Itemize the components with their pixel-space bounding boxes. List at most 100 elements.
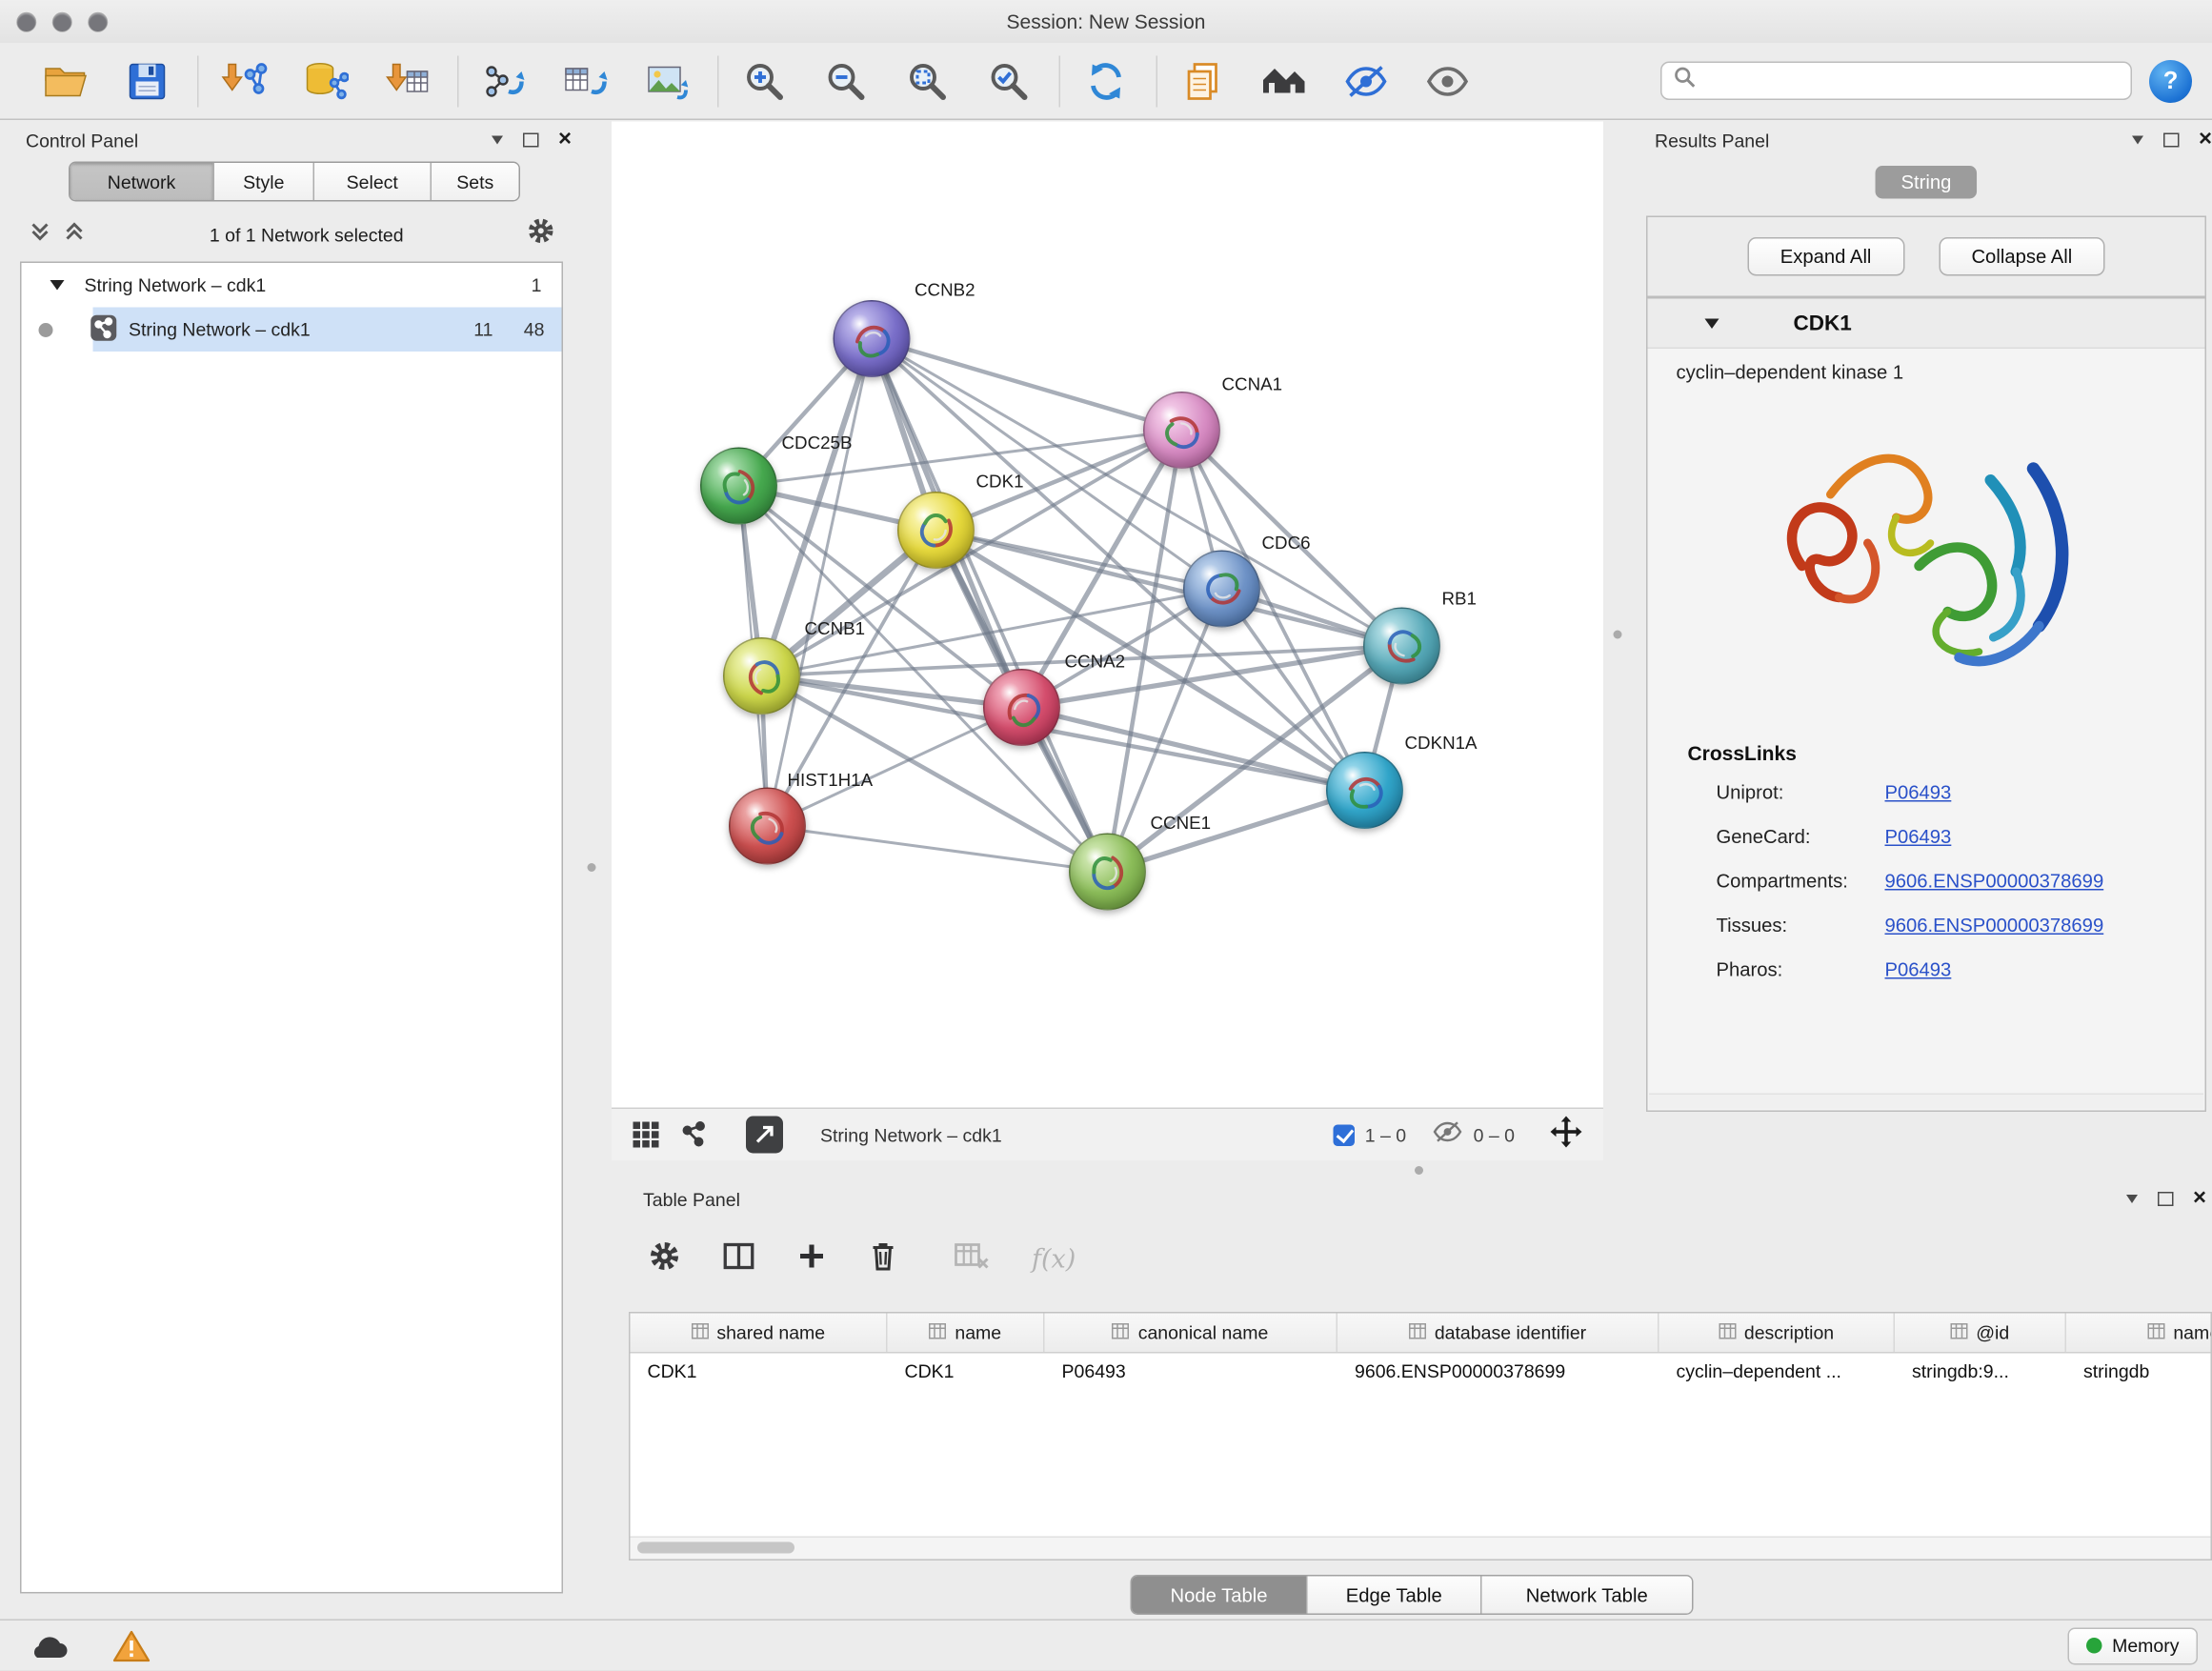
column-header-shared-name[interactable]: shared name xyxy=(631,1314,888,1353)
tab-style[interactable]: Style xyxy=(213,163,313,200)
network-collection-row[interactable]: String Network – cdk1 1 xyxy=(22,263,562,308)
pop-out-view-button[interactable] xyxy=(746,1117,783,1154)
network-edge-CCNB2-CCNE1[interactable] xyxy=(872,339,1108,873)
delete-column-trash-icon[interactable] xyxy=(869,1239,897,1278)
network-node-CCNA2[interactable] xyxy=(983,669,1060,746)
show-all-button[interactable] xyxy=(1419,50,1477,111)
help-button[interactable]: ? xyxy=(2149,59,2192,102)
home-view-button[interactable] xyxy=(1257,50,1314,111)
open-session-button[interactable] xyxy=(37,50,94,111)
network-node-CCNA1[interactable] xyxy=(1143,392,1220,469)
network-canvas[interactable]: CCNB2CCNA1CDC25BCDK1CDC6RB1CCNB1CCNA2CDK… xyxy=(612,122,1603,1108)
tab-select[interactable]: Select xyxy=(313,163,431,200)
network-node-CCNE1[interactable] xyxy=(1069,834,1146,911)
copy-document-button[interactable] xyxy=(1175,50,1232,111)
table-row[interactable]: CDK1CDK1P064939606.ENSP00000378699cyclin… xyxy=(631,1354,2211,1391)
cloud-icon[interactable] xyxy=(23,1626,74,1666)
panel-float-icon[interactable] xyxy=(522,133,538,148)
crosslink-link[interactable]: 9606.ENSP00000378699 xyxy=(1885,871,2104,893)
table-cell[interactable]: CDK1 xyxy=(888,1354,1045,1391)
search-input[interactable] xyxy=(1705,69,2120,93)
disclosure-triangle-icon[interactable] xyxy=(1705,318,1719,329)
tab-edge-table[interactable]: Edge Table xyxy=(1306,1577,1480,1614)
splitter-handle-right[interactable] xyxy=(1614,631,1622,639)
hide-selected-button[interactable] xyxy=(1337,50,1395,111)
network-node-CDC25B[interactable] xyxy=(700,448,777,525)
network-edge-CCNE1-HIST1H1A[interactable] xyxy=(768,826,1108,872)
column-header-description[interactable]: description xyxy=(1659,1314,1896,1353)
tab-sets[interactable]: Sets xyxy=(431,163,519,200)
table-cell[interactable]: 9606.ENSP00000378699 xyxy=(1337,1354,1659,1391)
column-header-namespace[interactable]: namespace xyxy=(2066,1314,2212,1353)
tab-node-table[interactable]: Node Table xyxy=(1132,1577,1306,1614)
collapse-all-button[interactable]: Collapse All xyxy=(1939,237,2105,276)
gear-icon[interactable] xyxy=(528,217,555,252)
results-hscrollbar[interactable] xyxy=(1649,1094,2203,1110)
network-node-CCNB1[interactable] xyxy=(723,637,800,715)
crosslink-link[interactable]: 9606.ENSP00000378699 xyxy=(1885,915,2104,936)
collapse-all-icon[interactable] xyxy=(29,219,51,250)
panel-menu-icon[interactable] xyxy=(2131,136,2142,145)
zoom-fit-button[interactable] xyxy=(899,50,956,111)
import-table-file-button[interactable] xyxy=(379,50,436,111)
network-node-CCNB2[interactable] xyxy=(834,300,911,377)
table-cell[interactable]: P06493 xyxy=(1045,1354,1338,1391)
warning-icon[interactable] xyxy=(106,1626,157,1666)
add-column-plus-icon[interactable] xyxy=(797,1241,826,1278)
column-header-canonical-name[interactable]: canonical name xyxy=(1045,1314,1338,1353)
crosslink-link[interactable]: P06493 xyxy=(1885,782,1952,804)
network-edge-CCNB2-HIST1H1A[interactable] xyxy=(768,339,873,827)
export-image-button[interactable] xyxy=(639,50,696,111)
network-overview-button[interactable] xyxy=(680,1120,709,1149)
table-settings-gear-icon[interactable] xyxy=(649,1239,680,1278)
tab-network[interactable]: Network xyxy=(70,163,213,200)
network-node-HIST1H1A[interactable] xyxy=(729,788,806,865)
network-node-CDKN1A[interactable] xyxy=(1326,752,1403,829)
network-row-selected[interactable]: String Network – cdk1 11 48 xyxy=(22,308,562,352)
column-header-name[interactable]: name xyxy=(888,1314,1045,1353)
crosslink-link[interactable]: P06493 xyxy=(1885,959,1952,981)
save-session-button[interactable] xyxy=(119,50,176,111)
import-network-database-button[interactable] xyxy=(297,50,354,111)
zoom-in-button[interactable] xyxy=(736,50,794,111)
hidden-eye-icon[interactable] xyxy=(1432,1119,1463,1150)
panel-close-icon[interactable]: × xyxy=(2193,1188,2206,1211)
table-cell[interactable]: cyclin–dependent ... xyxy=(1659,1354,1896,1391)
network-node-CDC6[interactable] xyxy=(1183,551,1260,628)
selected-counter-checkbox[interactable] xyxy=(1334,1124,1356,1146)
export-table-button[interactable] xyxy=(557,50,614,111)
pan-crosshair-button[interactable] xyxy=(1549,1114,1583,1156)
panel-float-icon[interactable] xyxy=(2157,1192,2173,1206)
splitter-handle-horizontal[interactable] xyxy=(1415,1166,1423,1175)
expand-all-button[interactable]: Expand All xyxy=(1747,237,1904,276)
column-header-database-identifier[interactable]: database identifier xyxy=(1337,1314,1659,1353)
refresh-view-button[interactable] xyxy=(1077,50,1135,111)
hscroll-thumb[interactable] xyxy=(637,1542,794,1554)
panel-menu-icon[interactable] xyxy=(2125,1195,2137,1203)
protein-section-header[interactable]: CDK1 xyxy=(1648,299,2205,350)
network-node-CDK1[interactable] xyxy=(897,492,975,569)
expand-all-icon[interactable] xyxy=(63,219,86,250)
panel-close-icon[interactable]: × xyxy=(558,129,572,151)
zoom-out-button[interactable] xyxy=(817,50,875,111)
panel-float-icon[interactable] xyxy=(2162,133,2179,148)
disclosure-triangle-icon[interactable] xyxy=(50,280,65,291)
crosslink-link[interactable]: P06493 xyxy=(1885,826,1952,848)
network-edge-CCNB2-CCNA1[interactable] xyxy=(872,339,1182,431)
table-cell[interactable]: CDK1 xyxy=(631,1354,888,1391)
table-hscrollbar[interactable] xyxy=(631,1537,2211,1560)
panel-menu-icon[interactable] xyxy=(491,136,502,145)
network-node-RB1[interactable] xyxy=(1363,608,1440,685)
panel-close-icon[interactable]: × xyxy=(2199,129,2212,151)
import-network-file-button[interactable] xyxy=(216,50,273,111)
splitter-handle-left[interactable] xyxy=(588,863,596,872)
results-tab-string[interactable]: String xyxy=(1876,166,1978,199)
export-network-button[interactable] xyxy=(476,50,533,111)
table-cell[interactable]: stringdb:9... xyxy=(1895,1354,2066,1391)
zoom-selected-button[interactable] xyxy=(980,50,1037,111)
table-cell[interactable]: stringdb xyxy=(2066,1354,2212,1391)
tab-network-table[interactable]: Network Table xyxy=(1480,1577,1692,1614)
grid-view-button[interactable] xyxy=(632,1120,660,1149)
memory-button[interactable]: Memory xyxy=(2068,1627,2198,1664)
column-header--id[interactable]: @id xyxy=(1895,1314,2066,1353)
